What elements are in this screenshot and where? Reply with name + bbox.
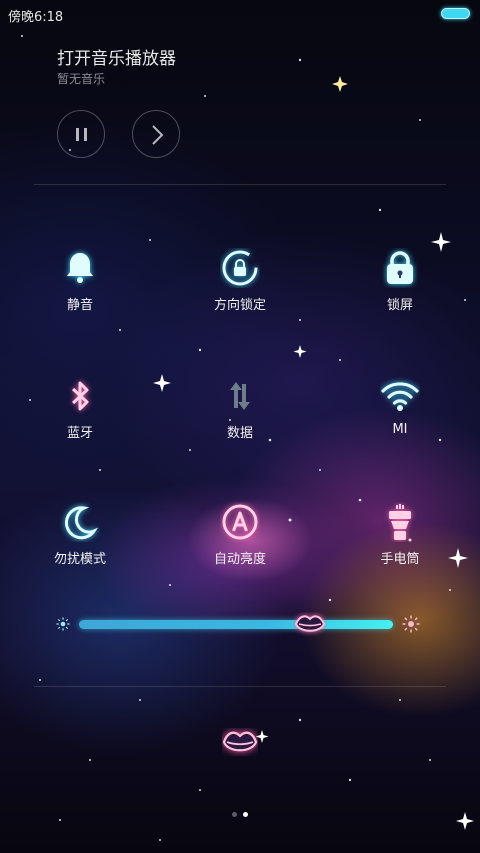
toggle-data-label: 数据 [226, 426, 253, 441]
brightness-knob-lips-icon[interactable] [294, 612, 326, 636]
next-button[interactable] [132, 110, 180, 158]
toggle-mute-label: 静音 [66, 298, 93, 313]
rotation-lock-icon [222, 250, 258, 286]
flashlight-icon [389, 504, 411, 540]
status-time: 傍晚6:18 [8, 10, 64, 25]
toggle-mute[interactable]: 静音 [25, 248, 135, 328]
music-subtitle: 暂无音乐 [57, 72, 106, 86]
bell-icon [67, 253, 93, 283]
divider-bottom [34, 686, 446, 687]
wifi-icon [381, 382, 419, 411]
toggle-data[interactable]: 数据 [185, 376, 295, 456]
toggle-wifi[interactable]: MI [345, 376, 455, 456]
brightness-high-icon [402, 615, 420, 633]
pause-button[interactable] [57, 110, 105, 158]
moon-icon [64, 506, 99, 540]
page-dot-2-active[interactable] [243, 812, 248, 817]
lips-handle-icon[interactable] [222, 728, 258, 756]
toggle-auto-brightness[interactable]: 自动亮度 [185, 502, 295, 582]
chevron-right-icon [152, 125, 164, 145]
toggle-lock-screen-label: 锁屏 [386, 298, 413, 313]
toggle-auto-brightness-label: 自动亮度 [213, 552, 266, 567]
status-bar: 傍晚6:18 [0, 0, 480, 28]
toggle-lock-screen[interactable]: 锁屏 [345, 248, 455, 328]
music-title[interactable]: 打开音乐播放器 [57, 44, 176, 69]
pause-icon [76, 128, 87, 141]
toggle-do-not-disturb[interactable]: 勿扰模式 [25, 502, 135, 582]
auto-brightness-icon [222, 504, 258, 540]
data-arrows-icon [230, 382, 250, 410]
toggle-do-not-disturb-label: 勿扰模式 [53, 552, 106, 567]
toggle-rotation-lock[interactable]: 方向锁定 [185, 248, 295, 328]
toggle-rotation-lock-label: 方向锁定 [213, 298, 266, 313]
brightness-track[interactable] [79, 620, 393, 629]
page-dot-1[interactable] [232, 812, 237, 817]
battery-icon [441, 8, 470, 19]
padlock-icon [387, 251, 413, 284]
toggle-flashlight[interactable]: 手电筒 [345, 502, 455, 582]
toggle-wifi-label: MI [392, 422, 408, 437]
toggle-bluetooth-label: 蓝牙 [66, 426, 93, 441]
bluetooth-icon [71, 381, 89, 411]
brightness-low-icon [56, 617, 70, 631]
toggle-flashlight-label: 手电筒 [380, 552, 420, 567]
toggle-bluetooth[interactable]: 蓝牙 [25, 376, 135, 456]
divider-top [34, 184, 446, 185]
brightness-slider[interactable] [56, 608, 426, 640]
